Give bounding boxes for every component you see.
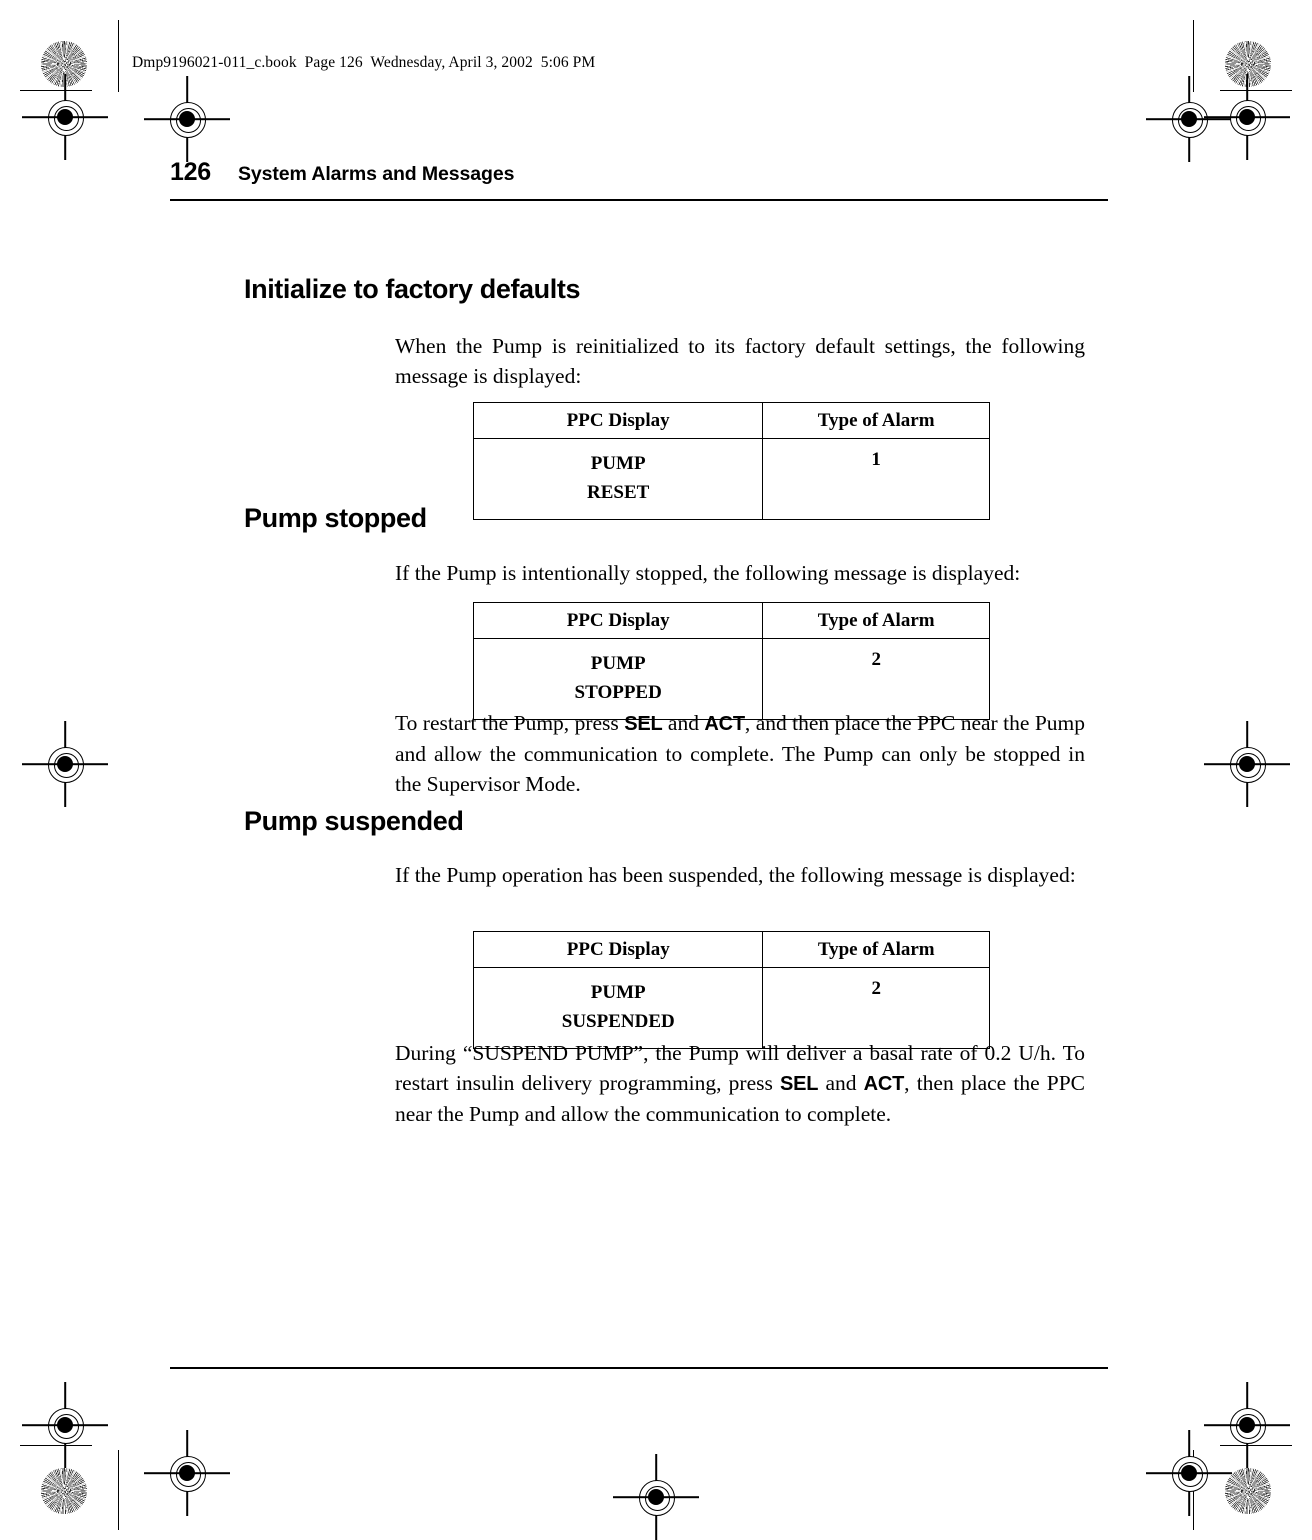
cell-alarm-type: 1 bbox=[762, 438, 990, 520]
section-note-pump-stopped: To restart the Pump, press SEL and ACT, … bbox=[395, 708, 1085, 799]
display-line-2: STOPPED bbox=[574, 682, 662, 703]
cell-alarm-type: 2 bbox=[762, 967, 990, 1049]
section-heading-pump-stopped: Pump stopped bbox=[244, 503, 427, 533]
section-paragraph-pump-suspended: If the Pump operation has been suspended… bbox=[395, 863, 1076, 887]
document-page: Dmp9196021-011_c.book Page 126 Wednesday… bbox=[0, 0, 1312, 1537]
display-line-1: PUMP bbox=[590, 453, 646, 474]
table-header-row: PPC Display Type of Alarm bbox=[472, 602, 990, 639]
section-heading-initialize-to-factory-defaults: Initialize to factory defaults bbox=[244, 274, 581, 304]
table-row: PUMP RESET 1 bbox=[472, 438, 990, 520]
cell-ppc-display: PUMP SUSPENDED bbox=[472, 967, 764, 1049]
alarm-table-pump-stopped: PPC Display Type of Alarm PUMP STOPPED 2 bbox=[472, 602, 990, 720]
alarm-table-pump-suspended: PPC Display Type of Alarm PUMP SUSPENDED… bbox=[472, 931, 990, 1049]
cell-ppc-display: PUMP RESET bbox=[472, 438, 764, 520]
header-rule bbox=[170, 199, 1108, 202]
page-number: 126 bbox=[170, 158, 211, 186]
key-label-act: ACT bbox=[704, 713, 745, 735]
key-label-sel: SEL bbox=[624, 713, 663, 735]
table-row: PUMP SUSPENDED 2 bbox=[472, 967, 990, 1049]
column-header-ppc-display: PPC Display bbox=[472, 602, 764, 639]
display-line-1: PUMP bbox=[590, 653, 646, 674]
table-header-row: PPC Display Type of Alarm bbox=[472, 931, 990, 968]
key-label-act: ACT bbox=[863, 1073, 905, 1095]
column-header-type-of-alarm: Type of Alarm bbox=[762, 602, 990, 639]
section-paragraph-initialize: When the Pump is reinitialized to its fa… bbox=[395, 334, 1085, 388]
note-text-part-2: and bbox=[818, 1071, 864, 1095]
table-header-row: PPC Display Type of Alarm bbox=[472, 402, 990, 439]
section-paragraph-pump-stopped: If the Pump is intentionally stopped, th… bbox=[395, 561, 1021, 585]
running-head: 126 System Alarms and Messages bbox=[170, 158, 1110, 187]
column-header-type-of-alarm: Type of Alarm bbox=[762, 402, 990, 439]
section-note-pump-suspended: During “SUSPEND PUMP”, the Pump will del… bbox=[395, 1038, 1085, 1129]
display-line-2: RESET bbox=[586, 482, 650, 503]
column-header-ppc-display: PPC Display bbox=[472, 931, 764, 968]
note-text-part-1: To restart the Pump, press bbox=[395, 711, 625, 735]
section-heading-pump-suspended: Pump suspended bbox=[244, 806, 464, 836]
file-stamp: Dmp9196021-011_c.book Page 126 Wednesday… bbox=[132, 54, 596, 71]
chapter-title: System Alarms and Messages bbox=[238, 163, 515, 185]
column-header-ppc-display: PPC Display bbox=[472, 402, 764, 439]
note-text-part-2: and bbox=[662, 711, 705, 735]
footer-rule bbox=[170, 1367, 1108, 1370]
alarm-table-pump-reset: PPC Display Type of Alarm PUMP RESET 1 bbox=[472, 402, 990, 520]
display-line-2: SUSPENDED bbox=[561, 1011, 675, 1032]
display-line-1: PUMP bbox=[590, 982, 646, 1003]
key-label-sel: SEL bbox=[780, 1073, 819, 1095]
column-header-type-of-alarm: Type of Alarm bbox=[762, 931, 990, 968]
